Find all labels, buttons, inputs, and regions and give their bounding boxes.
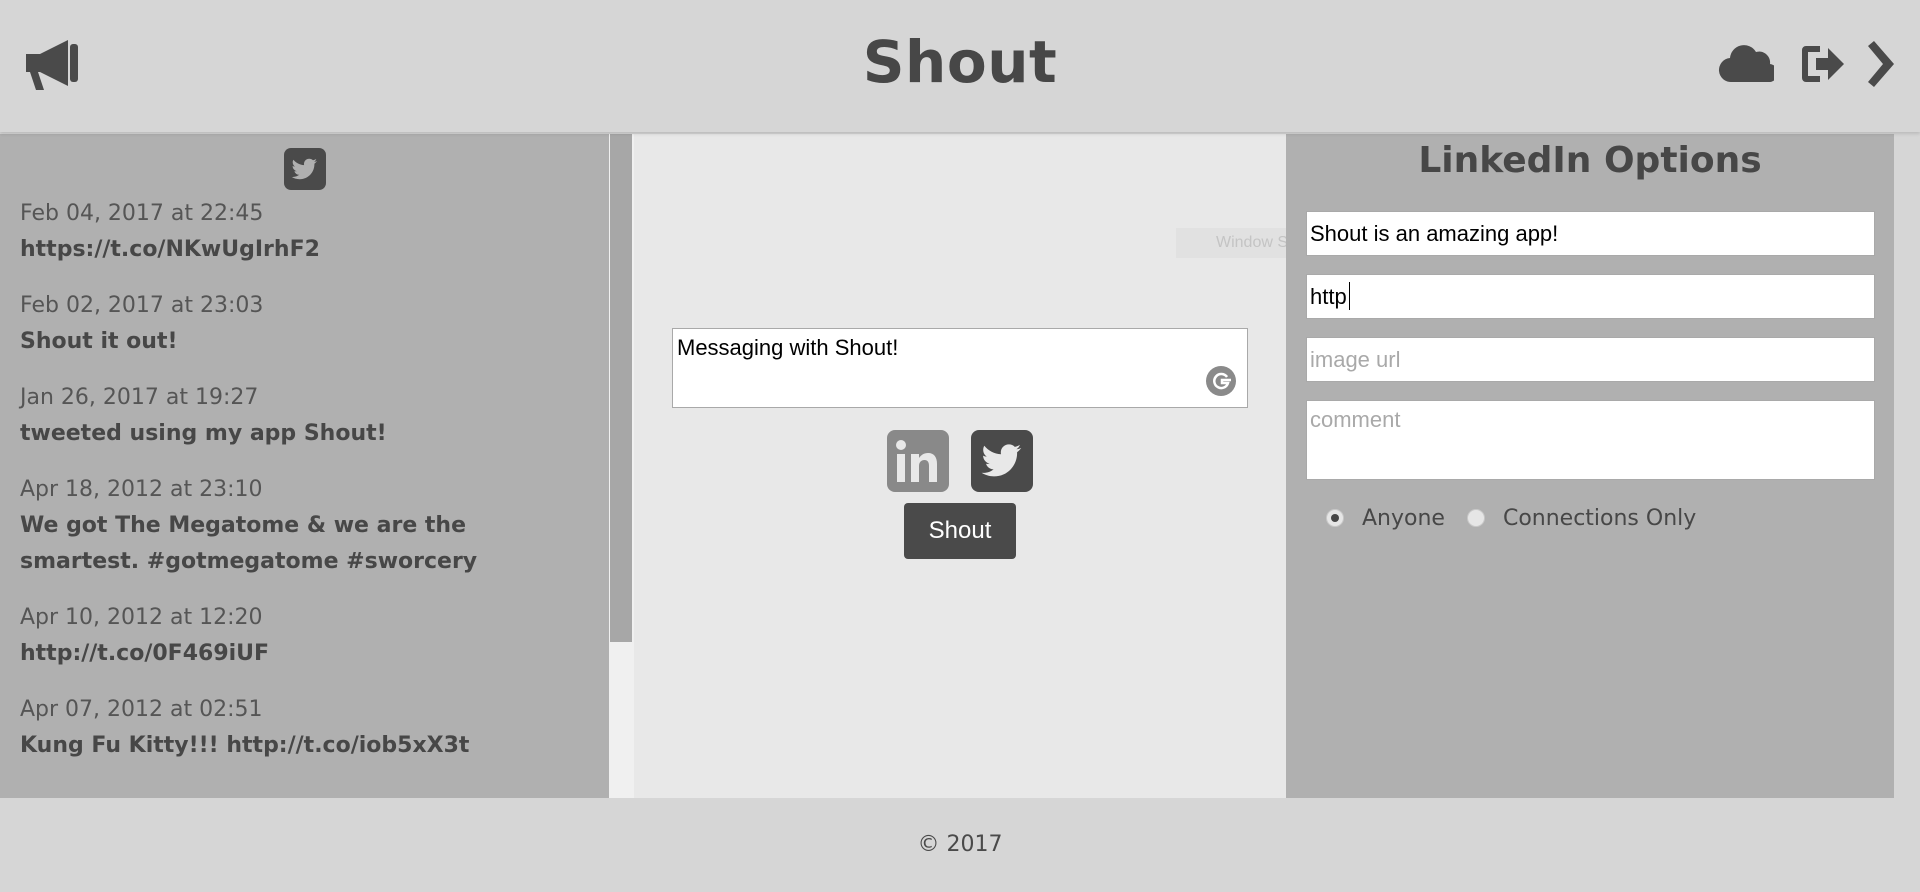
tweet-date: Apr 18, 2012 at 23:10 (20, 477, 263, 502)
tweet-text: tweeted using my app Shout! (20, 421, 387, 446)
text-cursor (1349, 282, 1350, 310)
tweet-date: Feb 04, 2017 at 22:45 (20, 201, 264, 226)
url-input[interactable] (1306, 274, 1875, 319)
twitter-feed: Feb 04, 2017 at 22:45 https://t.co/NKwUg… (0, 134, 609, 798)
radio-connections-only-label[interactable]: Connections Only (1503, 506, 1696, 531)
share-text-input[interactable] (1306, 211, 1875, 256)
list-item[interactable]: Jan 26, 2017 at 19:27 tweeted using my a… (20, 380, 589, 452)
message-input[interactable] (673, 329, 1247, 407)
right-gutter (1894, 134, 1920, 798)
radio-anyone-label[interactable]: Anyone (1362, 506, 1445, 531)
feed-header (0, 134, 609, 196)
tweet-text: Kung Fu Kitty!!! http://t.co/iob5xX3t (20, 733, 470, 758)
feed-scrollbar-thumb[interactable] (610, 134, 632, 642)
footer: © 2017 (0, 798, 1920, 885)
sign-out-button[interactable] (1798, 40, 1846, 88)
grammarly-icon[interactable] (1205, 365, 1237, 397)
twitter-icon (283, 148, 326, 190)
tweet-date: Apr 10, 2012 at 12:20 (20, 605, 263, 630)
cloud-button[interactable] (1718, 40, 1779, 88)
tweet-text: https://t.co/NKwUgIrhF2 (20, 237, 320, 262)
tweet-text: http://t.co/0F469iUF (20, 641, 270, 666)
linkedin-icon (896, 440, 937, 482)
shout-button[interactable]: Shout (904, 503, 1016, 559)
tweet-date: Feb 02, 2017 at 23:03 (20, 293, 264, 318)
radio-anyone[interactable] (1326, 509, 1344, 527)
next-button[interactable] (1862, 40, 1896, 88)
list-item[interactable]: Feb 04, 2017 at 22:45 https://t.co/NKwUg… (20, 196, 589, 268)
tweet-text: We got The Megatome & we are the smartes… (20, 513, 478, 574)
twitter-icon (981, 444, 1022, 477)
list-item[interactable]: Feb 02, 2017 at 23:03 Shout it out! (20, 288, 589, 360)
chevron-right-icon (1868, 41, 1894, 87)
message-box (672, 328, 1248, 408)
linkedin-toggle[interactable] (887, 430, 949, 492)
list-item[interactable]: Apr 10, 2012 at 12:20 http://t.co/0F469i… (20, 600, 589, 672)
list-item[interactable]: Apr 07, 2012 at 02:51 Kung Fu Kitty!!! h… (20, 692, 589, 764)
twitter-toggle[interactable] (971, 430, 1033, 492)
app-header: Shout (0, 0, 1920, 132)
tweet-date: Apr 07, 2012 at 02:51 (20, 697, 263, 722)
feed-list: Feb 04, 2017 at 22:45 https://t.co/NKwUg… (0, 196, 609, 764)
sign-out-icon (1802, 46, 1844, 82)
app-title: Shout (862, 28, 1058, 96)
visibility-options: Anyone Connections Only (1326, 500, 1718, 536)
radio-connections-only[interactable] (1466, 509, 1485, 527)
tweet-date: Jan 26, 2017 at 19:27 (20, 385, 259, 410)
tweet-text: Shout it out! (20, 329, 178, 354)
copyright-text: © 2017 (917, 832, 1003, 857)
comment-input[interactable] (1306, 400, 1875, 480)
image-url-input[interactable] (1306, 337, 1875, 382)
list-item[interactable]: Apr 18, 2012 at 23:10 We got The Megatom… (20, 472, 589, 580)
options-title: LinkedIn Options (1418, 140, 1762, 181)
cloud-icon (1718, 45, 1779, 83)
